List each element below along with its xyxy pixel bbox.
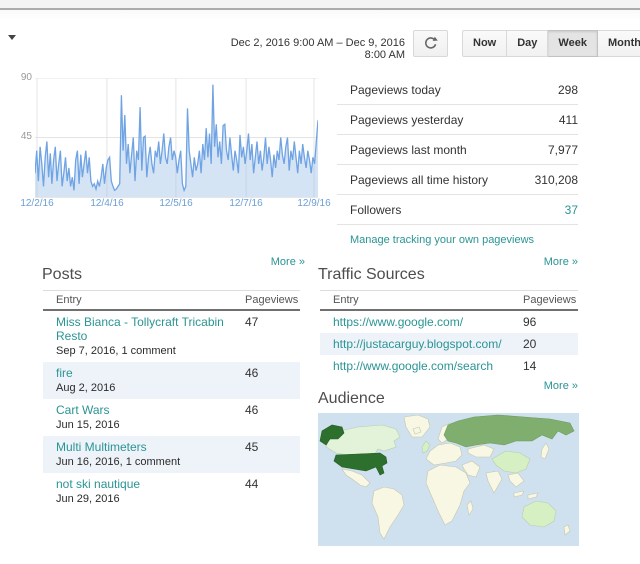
stat-value: 298 (557, 82, 578, 97)
post-row: not ski nautique Jun 29, 2016 44 (43, 473, 300, 510)
stat-label: Followers (350, 202, 402, 217)
time-range-button-group: Now Day Week Month All time (462, 30, 640, 57)
post-date: Jun 29, 2016 (56, 493, 120, 505)
range-button-month[interactable]: Month (597, 30, 640, 57)
audience-section-title: Audience (318, 390, 385, 407)
range-button-day[interactable]: Day (507, 30, 549, 57)
stat-row-pageviews-today: Pageviews today 298 (337, 75, 578, 105)
followers-count-link[interactable]: 37 (565, 203, 578, 217)
audience-world-map (318, 413, 579, 546)
post-link[interactable]: Cart Wars (56, 403, 110, 417)
traffic-source-link[interactable]: http://justacarguy.blogspot.com/ (333, 337, 502, 351)
post-pageviews: 44 (245, 477, 259, 491)
post-row: Cart Wars Jun 15, 2016 46 (43, 399, 300, 436)
range-button-now[interactable]: Now (462, 30, 508, 57)
post-row: fire Aug 2, 2016 46 (43, 362, 300, 399)
traffic-pageviews: 14 (523, 359, 537, 373)
traffic-row: https://www.google.com/ 96 (320, 310, 578, 333)
stat-row-followers: Followers 37 (337, 195, 578, 225)
post-date: Aug 2, 2016 (56, 382, 116, 394)
post-row: Multi Multimeters Jun 16, 2016, 1 commen… (43, 436, 300, 473)
stat-value: 310,208 (534, 172, 578, 187)
posts-more-link[interactable]: More » (43, 256, 305, 268)
x-axis-tick: 12/9/16 (297, 198, 331, 209)
date-range-label: Dec 2, 2016 9:00 AM – Dec 9, 2016 8:00 A… (230, 37, 405, 61)
post-date: Jun 15, 2016 (56, 419, 120, 431)
manage-tracking-link[interactable]: Manage tracking your own pageviews (350, 234, 578, 246)
post-pageviews: 46 (245, 403, 259, 417)
posts-section-title: Posts (42, 266, 83, 283)
traffic-sources-table: Entry Pageviews https://www.google.com/ … (320, 290, 578, 377)
stat-row-pageviews-all-time: Pageviews all time history 310,208 (337, 165, 578, 195)
stat-row-pageviews-last-month: Pageviews last month 7,977 (337, 135, 578, 165)
browser-chrome-strip (0, 0, 640, 10)
posts-col-pageviews: Pageviews (245, 290, 300, 311)
x-axis-tick: 12/4/16 (90, 198, 124, 209)
traffic-col-entry: Entry (320, 290, 523, 311)
stat-value: 7,977 (547, 142, 578, 157)
stat-value: 411 (558, 112, 578, 127)
traffic-row: http://www.google.com/search 14 (320, 355, 578, 377)
chrome-shadow (0, 10, 640, 20)
post-link[interactable]: Miss Bianca - Tollycraft Tricabin Resto (56, 315, 224, 343)
x-axis-tick: 12/2/16 (20, 198, 54, 209)
traffic-col-pageviews: Pageviews (523, 290, 578, 311)
traffic-source-link[interactable]: http://www.google.com/search (333, 359, 493, 373)
post-row: Miss Bianca - Tollycraft Tricabin Resto … (43, 310, 300, 362)
pageviews-sparkline (35, 78, 318, 198)
stat-label: Pageviews last month (350, 142, 467, 157)
stat-label: Pageviews all time history (350, 172, 489, 187)
posts-col-entry: Entry (43, 290, 245, 311)
traffic-pageviews: 96 (523, 315, 537, 329)
stat-row-pageviews-yesterday: Pageviews yesterday 411 (337, 105, 578, 135)
dropdown-caret-icon[interactable] (8, 35, 16, 40)
traffic-row: http://justacarguy.blogspot.com/ 20 (320, 333, 578, 355)
y-axis-tick: 90 (20, 72, 32, 83)
post-link[interactable]: not ski nautique (56, 477, 140, 491)
stat-label: Pageviews today (350, 82, 441, 97)
traffic-source-link[interactable]: https://www.google.com/ (333, 315, 463, 329)
post-pageviews: 47 (245, 315, 259, 329)
x-axis-tick: 12/7/16 (229, 198, 263, 209)
blogger-stats-overview-page: Dec 2, 2016 9:00 AM – Dec 9, 2016 8:00 A… (0, 0, 640, 564)
traffic-pageviews: 20 (523, 337, 537, 351)
post-link[interactable]: fire (56, 366, 73, 380)
post-pageviews: 46 (245, 366, 259, 380)
refresh-icon (425, 36, 438, 49)
range-button-week[interactable]: Week (548, 30, 598, 57)
traffic-section-title: Traffic Sources (318, 266, 425, 283)
post-date: Jun 16, 2016, 1 comment (56, 456, 181, 468)
post-link[interactable]: Multi Multimeters (56, 440, 147, 454)
post-date: Sep 7, 2016, 1 comment (56, 345, 176, 357)
stat-label: Pageviews yesterday (350, 112, 464, 127)
x-axis-tick: 12/5/16 (159, 198, 193, 209)
post-pageviews: 45 (245, 440, 259, 454)
stats-summary-panel: Pageviews today 298 Pageviews yesterday … (337, 75, 578, 246)
y-axis-tick: 45 (20, 131, 32, 142)
refresh-button[interactable] (413, 30, 448, 57)
posts-table: Entry Pageviews Miss Bianca - Tollycraft… (43, 290, 300, 510)
